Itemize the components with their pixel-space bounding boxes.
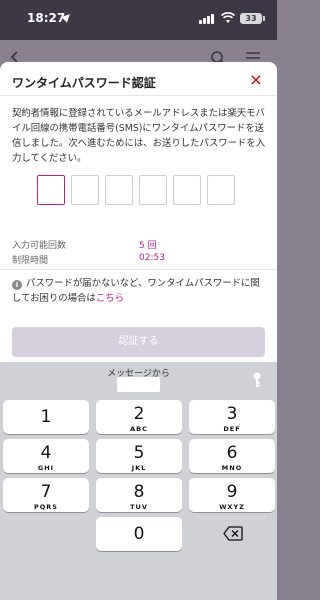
otp-digit-1[interactable] bbox=[37, 175, 65, 205]
attempts-label: 入力可能回数 bbox=[12, 241, 67, 251]
key-9[interactable]: 9 WXYZ bbox=[189, 478, 275, 512]
otp-modal: ワンタイムパスワード認証 × 契約者情報に登録されているメールアドレスまたは楽天… bbox=[0, 62, 277, 362]
otp-code-input[interactable] bbox=[37, 175, 237, 205]
keyboard-suggestion-bar: メッセージから bbox=[0, 362, 277, 396]
numeric-keyboard: メッセージから 1 2 ABC 3 DEF 4 GHI 5 JKL 6 MNO 7 PQRS… bbox=[0, 362, 277, 600]
key-6[interactable]: 6 MNO bbox=[189, 439, 275, 473]
help-notice-text: パスワードが届かないなど、ワンタイムパスワードに関してお困りの場合は bbox=[12, 278, 260, 304]
time-limit-value: 02:53 bbox=[139, 253, 165, 263]
verify-button[interactable]: 認証する bbox=[12, 327, 265, 357]
key-2[interactable]: 2 ABC bbox=[96, 400, 182, 434]
key-3[interactable]: 3 DEF bbox=[189, 400, 275, 434]
modal-divider bbox=[0, 95, 277, 96]
modal-description: 契約者情報に登録されているメールアドレスまたは楽天モバイル回線の携帯電話番号(S… bbox=[12, 108, 266, 164]
key-7[interactable]: 7 PQRS bbox=[3, 478, 89, 512]
status-bar: 18:27 33 bbox=[0, 0, 277, 40]
key-8[interactable]: 8 TUV bbox=[96, 478, 182, 512]
modal-title: ワンタイムパスワード認証 bbox=[12, 76, 156, 90]
delete-key[interactable] bbox=[189, 517, 275, 551]
help-link[interactable]: こちら bbox=[96, 293, 124, 304]
info-divider bbox=[0, 269, 277, 270]
otp-digit-4[interactable] bbox=[139, 175, 167, 205]
otp-digit-6[interactable] bbox=[207, 175, 235, 205]
key-1[interactable]: 1 bbox=[3, 400, 89, 434]
attempts-value: 5 回 bbox=[139, 241, 157, 251]
close-icon[interactable]: × bbox=[247, 71, 265, 89]
key-0[interactable]: 0 bbox=[96, 517, 182, 551]
key-5[interactable]: 5 JKL bbox=[96, 439, 182, 473]
otp-digit-2[interactable] bbox=[71, 175, 99, 205]
key-icon[interactable] bbox=[252, 372, 262, 388]
status-time: 18:27 bbox=[27, 11, 66, 25]
otp-digit-3[interactable] bbox=[105, 175, 133, 205]
help-notice: i パスワードが届かないなど、ワンタイムパスワードに関してお困りの場合はこちら bbox=[12, 276, 268, 306]
otp-digit-5[interactable] bbox=[173, 175, 201, 205]
delete-icon bbox=[223, 526, 243, 541]
info-icon: i bbox=[12, 280, 22, 290]
wifi-icon bbox=[221, 12, 235, 23]
suggested-code[interactable] bbox=[117, 377, 160, 392]
time-limit-label: 制限時間 bbox=[12, 256, 49, 266]
signal-icon bbox=[199, 14, 215, 24]
key-4[interactable]: 4 GHI bbox=[3, 439, 89, 473]
battery-icon: 33 bbox=[240, 13, 265, 24]
